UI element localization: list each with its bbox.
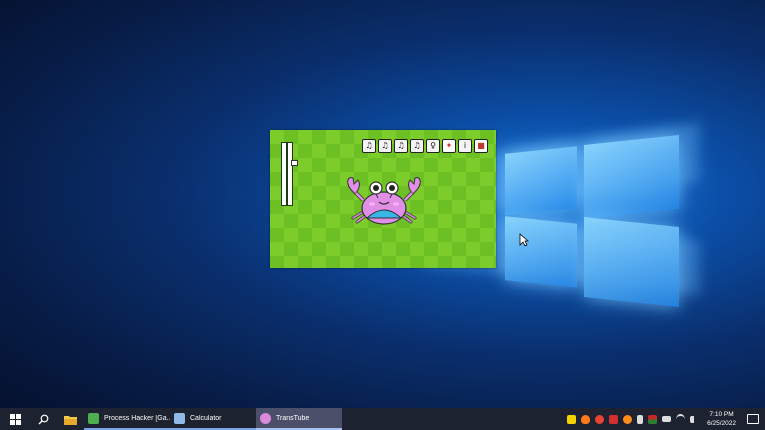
music-note-icon[interactable]: ♫	[394, 139, 408, 153]
system-tray: 7:10 PM 6/25/2022	[567, 408, 765, 430]
taskbar-app-label: TransTube	[276, 414, 310, 422]
taskbar-app-transtube[interactable]: TransTube	[256, 408, 342, 430]
crab-icon	[260, 412, 271, 424]
wifi-icon[interactable]	[676, 413, 686, 425]
flame-icon[interactable]	[581, 414, 591, 424]
taskbar-clock[interactable]: 7:10 PM 6/25/2022	[707, 410, 736, 428]
logo-pane-bottom-left	[505, 216, 577, 288]
game-toolbar: ♫ ♫ ♫ ♫ ♀ ✦ i ■	[362, 139, 488, 153]
search-icon	[38, 414, 48, 424]
notification-center-icon[interactable]	[747, 414, 759, 424]
taskbar: Process Hacker [Ga... Calculator TransTu…	[0, 408, 765, 430]
battery-icon[interactable]	[662, 416, 672, 422]
chrome-icon[interactable]	[595, 414, 605, 424]
info-icon[interactable]: i	[458, 139, 472, 153]
energy-meter	[287, 142, 293, 206]
taskbar-app-process-hacker[interactable]: Process Hacker [Ga...	[84, 408, 170, 430]
taskbar-app-label: Process Hacker [Ga...	[104, 414, 170, 422]
mouse-cursor-icon	[519, 233, 529, 247]
start-button[interactable]	[0, 408, 30, 430]
meter-handle[interactable]	[291, 160, 298, 166]
taskbar-app-calculator[interactable]: Calculator	[170, 408, 256, 430]
key-icon[interactable]	[623, 414, 633, 424]
yellow-chat-icon[interactable]	[567, 414, 577, 424]
usb-icon[interactable]	[637, 414, 644, 424]
volume-icon[interactable]	[690, 415, 698, 423]
logo-pane-top-left	[505, 146, 577, 216]
search-button[interactable]	[30, 408, 56, 430]
windows-logo-icon	[9, 413, 21, 425]
music-note-icon[interactable]: ♫	[362, 139, 376, 153]
process-hacker-icon	[88, 412, 99, 424]
music-note-icon[interactable]: ♫	[410, 139, 424, 153]
shield-icon[interactable]	[609, 414, 619, 424]
logo-pane-top-right	[584, 135, 679, 219]
file-explorer-button[interactable]	[56, 408, 84, 430]
taskbar-app-label: Calculator	[190, 414, 222, 422]
red-item-icon[interactable]: ✦	[442, 139, 456, 153]
folder-icon	[63, 415, 77, 425]
calculator-icon	[174, 412, 185, 424]
game-window[interactable]: ♫ ♫ ♫ ♫ ♀ ✦ i ■	[270, 130, 496, 268]
fish-icon[interactable]: ♀	[426, 139, 440, 153]
crab-character[interactable]	[343, 174, 425, 226]
book-icon[interactable]: ■	[474, 139, 488, 153]
logo-pane-bottom-right	[584, 217, 679, 307]
music-note-icon[interactable]: ♫	[378, 139, 392, 153]
bars-icon[interactable]	[648, 414, 658, 424]
clock-time: 7:10 PM	[709, 411, 734, 418]
clock-date: 6/25/2022	[707, 420, 736, 427]
